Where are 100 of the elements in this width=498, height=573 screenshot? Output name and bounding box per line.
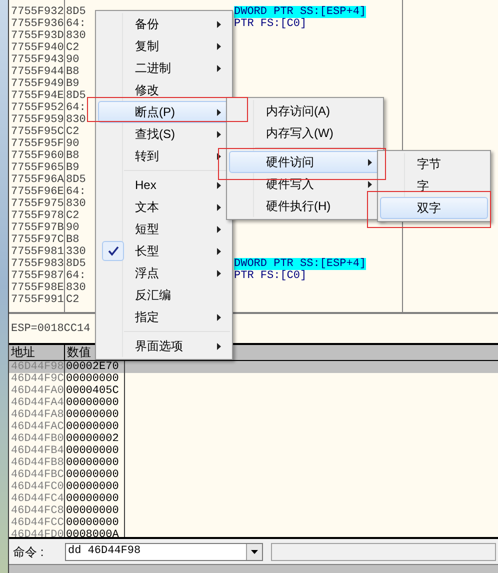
menu-item[interactable]: Hex (98, 174, 230, 196)
menu-item[interactable]: 复制 (98, 35, 230, 57)
address-cell-text: 7755F96E (10, 186, 65, 198)
value-cell: 00000000 (65, 409, 125, 421)
address-cell: 46D44FA8 (9, 409, 65, 421)
address-cell: 46D44FAC (9, 421, 65, 433)
stack-row[interactable]: 46D44FC8 00000000 (9, 505, 498, 517)
address-cell-text: 7755F97C (10, 234, 65, 246)
stack-row[interactable]: 46D44FB4 00000000 (9, 445, 498, 457)
hex-cell: 64: (66, 186, 86, 198)
address-cell-text: 7755F97B (10, 222, 65, 234)
hex-cell: 64: (66, 18, 86, 30)
address-cell-text: 7755F965 (10, 162, 65, 174)
stack-row[interactable]: 46D44FA8 00000000 (9, 409, 498, 421)
hex-cell: 830 (66, 114, 86, 126)
address-cell-text: 7755F981 (10, 246, 65, 258)
disassembly-cell: PTR FS:[C0] (234, 270, 307, 282)
hex-cell: C2 (66, 126, 80, 138)
address-cell: 46D44FA0 (9, 385, 65, 397)
address-cell: 46D44F9C (9, 373, 65, 385)
address-cell-text: 7755F943 (10, 54, 65, 66)
address-cell-text: 7755F98E (10, 282, 65, 294)
menu-item[interactable]: 文本 (98, 196, 230, 218)
address-cell-text: 7755F949 (10, 78, 65, 90)
menu-item[interactable]: 指定 (98, 306, 230, 328)
hex-cell: 830 (66, 282, 86, 294)
address-cell: 46D44FA4 (9, 397, 65, 409)
menu-item[interactable]: 双字 (380, 197, 488, 219)
address-cell-text: 7755F94E (10, 90, 65, 102)
menu-item[interactable]: 二进制 (98, 57, 230, 79)
hex-cell: C2 (66, 42, 80, 54)
stack-row[interactable]: 46D44FC0 00000000 (9, 481, 498, 493)
value-cell: 00000000 (65, 493, 125, 505)
value-cell: 00000000 (65, 457, 125, 469)
stack-row[interactable]: 46D44FB8 00000000 (9, 457, 498, 469)
value-cell: 00000002 (65, 433, 125, 445)
hex-cell: 64: (66, 270, 86, 282)
menu-item[interactable]: 长型 (98, 240, 230, 262)
address-cell-text: 7755F93D (10, 30, 65, 42)
menu-item[interactable]: 内存访问(A) (229, 100, 381, 122)
menu-item[interactable]: 界面选项 (98, 335, 230, 357)
value-cell: 00000000 (65, 445, 125, 457)
menu-item[interactable]: 反汇编 (98, 284, 230, 306)
stack-row[interactable]: 46D44F98 00002E70 (9, 361, 498, 373)
menu-item[interactable]: 查找(S) (98, 123, 230, 145)
stack-row[interactable]: 46D44FCC 00000000 (9, 517, 498, 529)
address-cell-text: 7755F96A (10, 174, 65, 186)
address-cell: 46D44FC4 (9, 493, 65, 505)
value-cell: 00000000 (65, 517, 125, 529)
value-cell: 00000000 (65, 397, 125, 409)
menu-item[interactable]: 短型 (98, 218, 230, 240)
address-cell-text: 7755F991 (10, 294, 65, 306)
menu-item[interactable]: 修改 (98, 79, 230, 101)
hex-cell: 8D5 (66, 174, 86, 186)
menu-item[interactable]: 内存写入(W) (229, 122, 381, 144)
value-cell: 00000000 (65, 469, 125, 481)
hex-cell: 8D5 (66, 90, 86, 102)
stack-row[interactable]: 46D44FA4 00000000 (9, 397, 498, 409)
menu-item[interactable]: 硬件执行(H) (229, 195, 381, 217)
disassembly-cell: DWORD PTR SS:[ESP+4] (234, 258, 366, 270)
value-cell: 0000405C (65, 385, 125, 397)
address-cell-text: 7755F978 (10, 210, 65, 222)
address-cell: 46D44FCC (9, 517, 65, 529)
hex-cell: 830 (66, 198, 86, 210)
hex-cell: B9 (66, 162, 80, 174)
stack-row[interactable]: 46D44FB0 00000002 (9, 433, 498, 445)
value-cell: 00000000 (65, 373, 125, 385)
address-cell: 46D44FB4 (9, 445, 65, 457)
stack-row[interactable]: 46D44FA0 0000405C (9, 385, 498, 397)
address-cell: 46D44FC8 (9, 505, 65, 517)
command-label: 命令 : (13, 544, 45, 560)
menu-item[interactable]: 转到 (98, 145, 230, 167)
address-cell-text: 7755F959 (10, 114, 65, 126)
address-cell-text: 7755F987 (10, 270, 65, 282)
dropdown-arrow-icon (251, 550, 258, 554)
stack-row[interactable]: 46D44FC4 00000000 (9, 493, 498, 505)
hex-cell: 90 (66, 222, 80, 234)
address-cell-text: 7755F944 (10, 66, 65, 78)
column-header[interactable]: 地址 (9, 345, 65, 360)
hex-cell: B8 (66, 66, 80, 78)
address-cell-text: 7755F932 (10, 6, 65, 18)
address-cell-text: 7755F95C (10, 126, 65, 138)
menu-item[interactable]: 备份 (98, 13, 230, 35)
disassembly-cell: PTR FS:[C0] (234, 18, 307, 30)
address-cell-text: 7755F975 (10, 198, 65, 210)
address-cell: 46D44FB8 (9, 457, 65, 469)
hex-cell: 8D5 (66, 6, 86, 18)
address-cell-text: 7755F983 (10, 258, 65, 270)
stack-row[interactable]: 46D44FAC 00000000 (9, 421, 498, 433)
hex-cell: B9 (66, 78, 80, 90)
command-combobox[interactable]: dd 46D44F98 (65, 542, 263, 560)
register-info: ESP=0018CC14 (11, 323, 90, 335)
hex-cell: 330 (66, 246, 86, 258)
hex-cell: B8 (66, 150, 80, 162)
menu-item[interactable]: 浮点 (98, 262, 230, 284)
hex-cell: 90 (66, 138, 80, 150)
address-cell: 46D44FB0 (9, 433, 65, 445)
value-cell: 00000000 (65, 421, 125, 433)
stack-row[interactable]: 46D44FBC 00000000 (9, 469, 498, 481)
stack-row[interactable]: 46D44F9C 00000000 (9, 373, 498, 385)
